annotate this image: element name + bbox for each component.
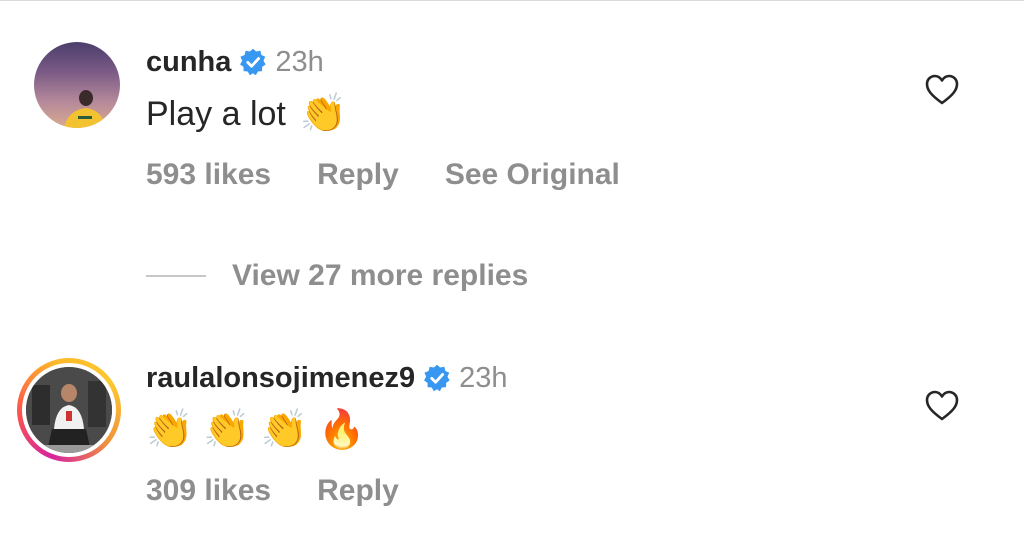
heart-outline-icon[interactable] (924, 388, 960, 424)
comment-actions: 593 likes Reply See Original (146, 158, 620, 192)
clapping-hands-emoji: 👏 (299, 93, 348, 135)
verified-badge-icon (240, 48, 267, 76)
comment-header: raulalonsojimenez9 23h (146, 358, 508, 398)
comment-body: 👏 👏 👏 🔥 (146, 406, 365, 454)
username[interactable]: raulalonsojimenez9 (146, 362, 415, 395)
avatar-raulalonsojimenez9 (26, 367, 112, 453)
heart-outline-icon[interactable] (924, 72, 960, 108)
fire-emoji: 🔥 (317, 409, 366, 451)
thread-line (146, 275, 206, 277)
clapping-hands-emoji: 👏 (146, 409, 194, 451)
username[interactable]: cunha (146, 46, 231, 79)
likes-count[interactable]: 309 likes (146, 474, 271, 508)
clapping-hands-emoji: 👏 (260, 409, 308, 451)
comment-text: Play a lot (146, 94, 286, 133)
avatar-photo (64, 90, 106, 128)
verified-badge-icon (424, 364, 450, 392)
avatar-cunha[interactable] (34, 42, 120, 128)
reply-button[interactable]: Reply (317, 474, 399, 508)
timestamp: 23h (275, 45, 324, 78)
comment-header: cunha 23h (146, 42, 324, 82)
clapping-hands-emoji: 👏 (203, 409, 251, 451)
reply-button[interactable]: Reply (317, 158, 399, 192)
see-original-button[interactable]: See Original (445, 158, 620, 192)
view-replies-label[interactable]: View 27 more replies (232, 259, 528, 293)
view-more-replies[interactable]: View 27 more replies (146, 254, 528, 298)
comment-body: Play a lot 👏 (146, 90, 347, 138)
story-ring[interactable] (17, 358, 121, 462)
top-divider (0, 0, 1024, 1)
likes-count[interactable]: 593 likes (146, 158, 271, 192)
comment-actions: 309 likes Reply (146, 474, 399, 508)
avatar-photo (26, 367, 112, 453)
timestamp: 23h (459, 361, 508, 394)
